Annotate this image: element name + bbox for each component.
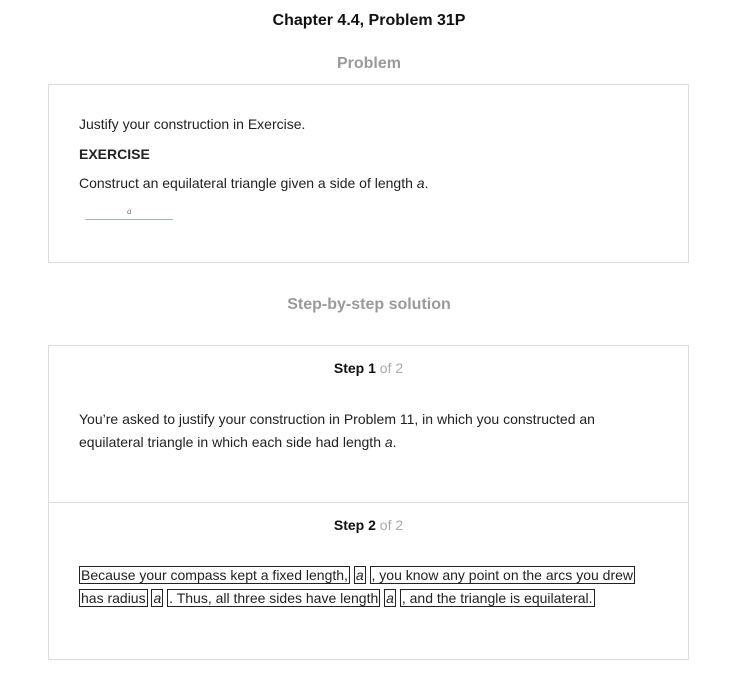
step-2-number: 2 (368, 517, 376, 533)
exercise-variable: a (416, 175, 425, 191)
step-2-part-4: . Thus, all three sides have length (167, 589, 381, 607)
step-1-line-2-after: . (392, 434, 397, 450)
exercise-text-after: . (424, 175, 429, 191)
step-1: Step 1 of 2 You’re asked to justify your… (49, 346, 688, 503)
step-2-word: Step (333, 517, 365, 533)
segment-line (85, 219, 173, 220)
step-2-of: of 2 (379, 517, 404, 533)
segment-figure: a (85, 206, 173, 222)
step-1-line-2-before: equilateral triangle in which each side … (79, 434, 385, 450)
step-2-part-5: , and the triangle is equilateral. (399, 589, 595, 607)
problem-intro: Justify your construction in Exercise. (79, 116, 306, 132)
chapter-title: Chapter 4.4, Problem 31P (272, 12, 466, 29)
step-1-header: Step 1 of 2 (49, 360, 688, 376)
solution-heading: Step-by-step solution (287, 296, 451, 313)
problem-box: Justify your construction in Exercise. E… (48, 84, 689, 263)
exercise-text-before: Construct an equilateral triangle given … (79, 175, 417, 191)
exercise-label: EXERCISE (79, 146, 150, 162)
segment-label: a (127, 206, 132, 216)
step-2-header: Step 2 of 2 (49, 517, 688, 533)
step-2-part-2: , you know any point on the arcs you dre… (369, 566, 635, 584)
step-2-line-2: has radius a . Thus, all three sides hav… (79, 587, 659, 610)
step-1-variable: a (384, 434, 393, 450)
step-2-var-2: a (151, 589, 164, 607)
step-1-word: Step (333, 360, 365, 376)
step-2-part-1: Because your compass kept a fixed length… (79, 566, 350, 584)
step-2-var-1: a (353, 566, 366, 584)
step-2-line-1: Because your compass kept a fixed length… (79, 564, 659, 587)
solution-page: Chapter 4.4, Problem 31P Problem Justify… (0, 0, 738, 686)
step-1-line-2: equilateral triangle in which each side … (79, 431, 659, 454)
step-2: Step 2 of 2 Because your compass kept a … (49, 503, 688, 660)
step-1-body: You’re asked to justify your constructio… (79, 408, 659, 454)
step-1-number: 1 (368, 360, 376, 376)
step-2-body: Because your compass kept a fixed length… (79, 564, 659, 610)
steps-box: Step 1 of 2 You’re asked to justify your… (48, 345, 689, 660)
problem-heading: Problem (336, 55, 401, 72)
step-1-line-1: You’re asked to justify your constructio… (79, 411, 595, 427)
step-2-part-3: has radius (79, 589, 148, 607)
exercise-text: Construct an equilateral triangle given … (79, 175, 428, 191)
step-1-of: of 2 (379, 360, 404, 376)
step-2-var-3: a (384, 589, 396, 607)
